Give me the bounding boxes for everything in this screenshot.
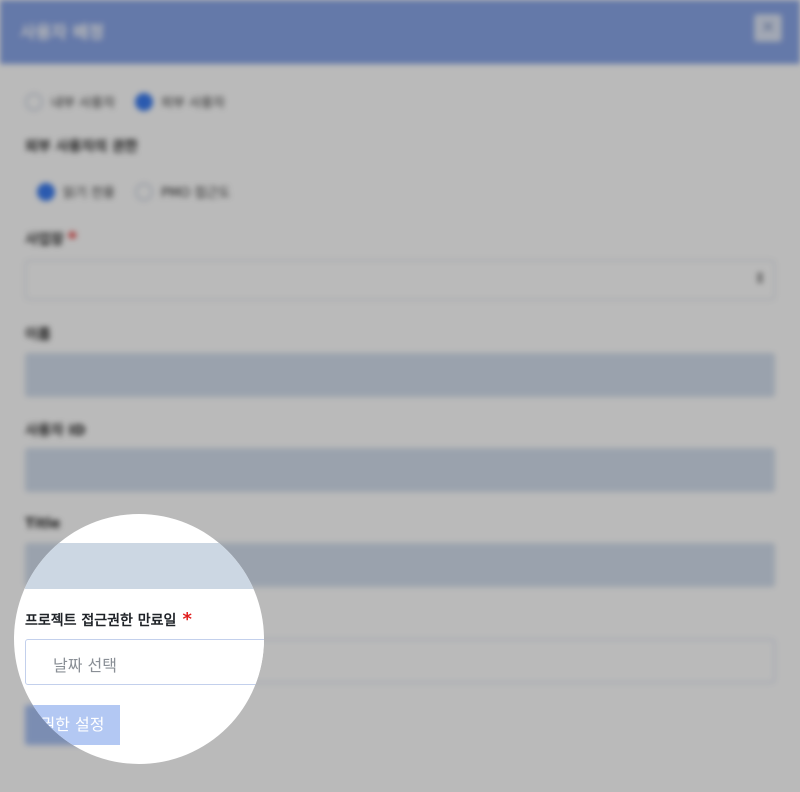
radio-pmo-access[interactable] — [134, 182, 153, 201]
user-type-radio-group: 내부 사용자 외부 사용자 — [25, 92, 237, 111]
radio-read-only[interactable] — [37, 182, 55, 201]
company-label: 사업장 * — [25, 228, 77, 249]
name-field[interactable] — [25, 353, 775, 397]
radio-external-user-label: 외부 사용자 — [160, 96, 225, 111]
radio-internal-user[interactable] — [25, 92, 43, 111]
chevron-down-icon: ⇕ — [754, 271, 766, 287]
company-label-text: 사업장 — [25, 232, 64, 248]
company-select[interactable]: ⇕ — [25, 260, 775, 300]
required-mark: * — [67, 228, 78, 249]
username-label: 사용자 ID — [25, 423, 86, 439]
close-icon[interactable]: × — [754, 14, 782, 42]
access-expiry-label-text: 프로젝트 접근권한 만료일 — [25, 613, 177, 629]
radio-internal-user-label: 내부 사용자 — [51, 96, 115, 111]
date-placeholder: 날짜 선택 — [53, 656, 117, 675]
access-expiry-date-input[interactable]: 날짜 선택 — [25, 639, 264, 685]
auth-radio-group: 읽기 전용 PMO 접근도 — [37, 182, 242, 201]
required-mark: * — [182, 609, 192, 630]
dialog-title: 사용자 배정 — [20, 23, 105, 43]
auth-section-label: 외부 사용자의 권한 — [25, 139, 138, 155]
magnifier-content: 프로젝트 접근권한 만료일 * 날짜 선택 권한 설정 — [14, 514, 264, 764]
name-label: 이름 — [25, 327, 51, 343]
radio-external-user[interactable] — [134, 92, 153, 111]
title-field-zoomed[interactable] — [25, 543, 264, 589]
magnifier-lens: 프로젝트 접근권한 만료일 * 날짜 선택 권한 설정 — [14, 514, 264, 764]
username-field[interactable] — [25, 448, 775, 492]
radio-pmo-access-label: PMO 접근도 — [160, 186, 231, 201]
apply-permission-button[interactable]: 권한 설정 — [25, 705, 120, 745]
access-expiry-label: 프로젝트 접근권한 만료일 * — [25, 609, 192, 630]
dialog-header: 사용자 배정 × — [0, 0, 800, 64]
radio-read-only-label: 읽기 전용 — [63, 186, 115, 201]
